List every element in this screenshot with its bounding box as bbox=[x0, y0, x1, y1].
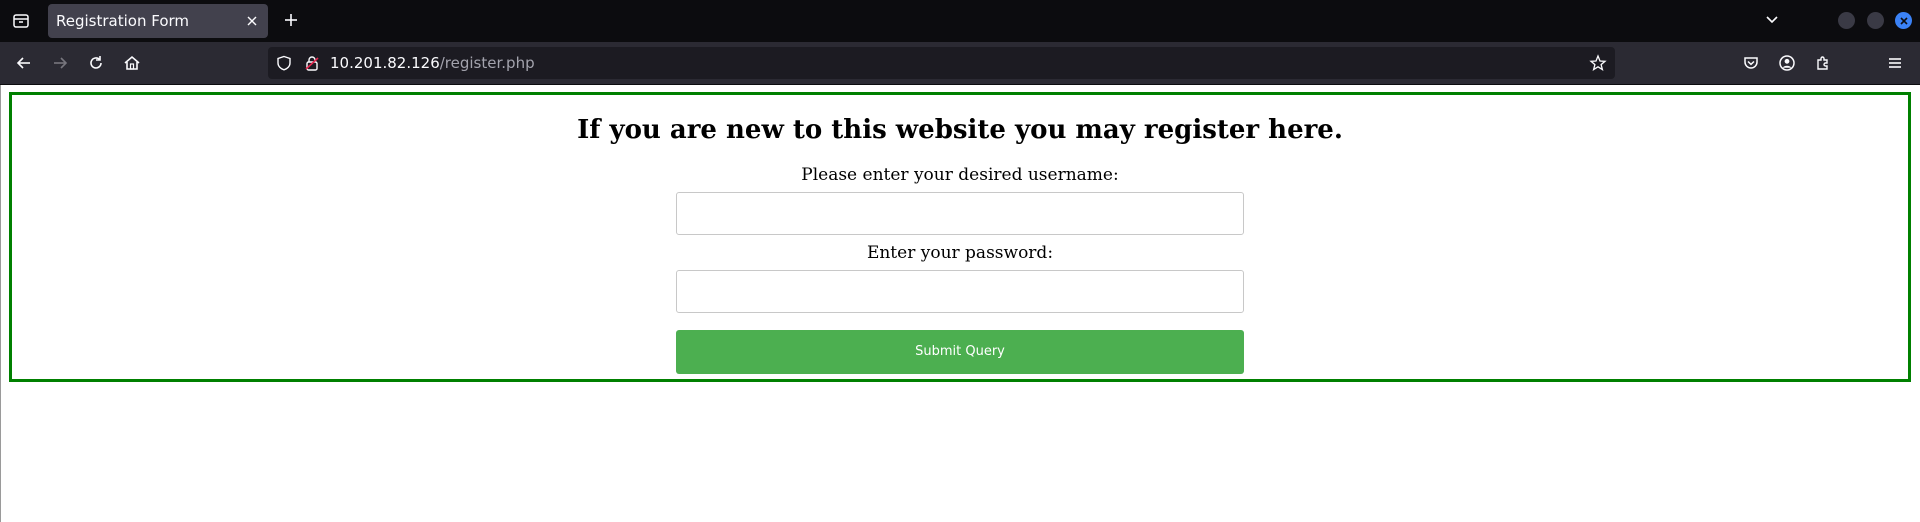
submit-button[interactable]: Submit Query bbox=[676, 330, 1244, 374]
arrow-right-icon[interactable] bbox=[48, 51, 72, 75]
navigation-toolbar: 10.201.82.126/register.php bbox=[0, 42, 1920, 85]
window-close-button[interactable] bbox=[1895, 12, 1912, 29]
url-host: 10.201.82.126 bbox=[330, 54, 440, 72]
account-icon[interactable] bbox=[1775, 51, 1799, 75]
password-label: Enter your password: bbox=[866, 243, 1054, 263]
registration-form: If you are new to this website you may r… bbox=[9, 92, 1911, 382]
pocket-icon[interactable] bbox=[1739, 51, 1763, 75]
close-icon[interactable] bbox=[244, 13, 260, 29]
tabs-list-icon[interactable] bbox=[8, 8, 34, 34]
arrow-left-icon[interactable] bbox=[12, 51, 36, 75]
page-title: If you are new to this website you may r… bbox=[577, 115, 1343, 145]
username-input[interactable] bbox=[676, 192, 1244, 235]
page-content: If you are new to this website you may r… bbox=[0, 85, 1920, 522]
url-text[interactable]: 10.201.82.126/register.php bbox=[330, 54, 535, 72]
tab-registration-form[interactable]: Registration Form bbox=[48, 4, 268, 38]
title-bar: Registration Form bbox=[0, 0, 1920, 42]
address-bar[interactable]: 10.201.82.126/register.php bbox=[268, 47, 1615, 79]
puzzle-icon[interactable] bbox=[1811, 51, 1835, 75]
url-path: /register.php bbox=[439, 54, 535, 72]
username-label: Please enter your desired username: bbox=[801, 165, 1119, 185]
home-icon[interactable] bbox=[120, 51, 144, 75]
hamburger-icon[interactable] bbox=[1883, 51, 1907, 75]
shield-icon[interactable] bbox=[276, 55, 292, 71]
star-icon[interactable] bbox=[1589, 54, 1607, 72]
page-edge bbox=[0, 85, 1, 522]
lock-warning-icon[interactable] bbox=[304, 55, 320, 71]
chevron-down-icon[interactable] bbox=[1762, 10, 1782, 30]
tab-title: Registration Form bbox=[56, 12, 190, 30]
maximize-button[interactable] bbox=[1867, 12, 1884, 29]
password-input[interactable] bbox=[676, 270, 1244, 313]
minimize-button[interactable] bbox=[1838, 12, 1855, 29]
plus-icon[interactable] bbox=[280, 9, 302, 31]
reload-icon[interactable] bbox=[84, 51, 108, 75]
